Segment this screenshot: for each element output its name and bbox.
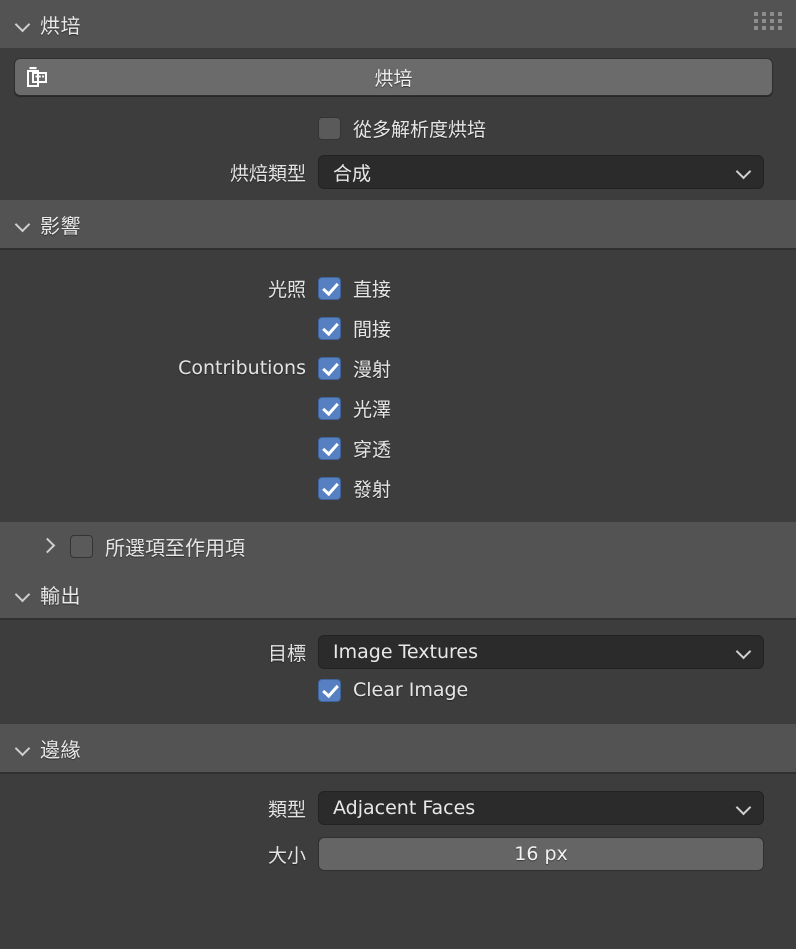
- margin-type-label: 類型: [0, 795, 318, 822]
- output-section-header[interactable]: 輸出: [0, 570, 796, 618]
- margin-type-dropdown[interactable]: Adjacent Faces: [318, 791, 764, 825]
- selected-to-active-header[interactable]: 所選項至作用項: [0, 522, 796, 570]
- transmission-label: 穿透: [353, 435, 391, 462]
- chevron-down-icon: [735, 799, 753, 817]
- bake-properties-panel: 烘培 烘培 從多: [0, 0, 796, 949]
- influence-title: 影響: [40, 210, 81, 239]
- target-value: Image Textures: [333, 641, 735, 663]
- margin-section-body: 類型 Adjacent Faces 大小 16 px: [0, 772, 796, 897]
- glossy-checkbox[interactable]: [318, 397, 341, 420]
- bake-main-body: 烘培 從多解析度烘培 烘焙類型 合成: [0, 58, 796, 200]
- emit-checkbox-row[interactable]: 發射: [318, 468, 391, 508]
- direct-checkbox-row[interactable]: 直接: [318, 268, 391, 308]
- bake-type-label: 烘焙類型: [0, 159, 318, 186]
- bake-panel-header[interactable]: 烘培: [0, 0, 796, 48]
- margin-section-header[interactable]: 邊緣: [0, 724, 796, 772]
- contributions-label: Contributions: [0, 357, 318, 379]
- target-label: 目標: [0, 639, 318, 666]
- chevron-down-icon[interactable]: [10, 581, 36, 607]
- output-title: 輸出: [40, 580, 81, 609]
- contributions-transmission-row: 穿透: [0, 428, 796, 468]
- panel-title: 烘培: [40, 10, 81, 39]
- emit-checkbox[interactable]: [318, 477, 341, 500]
- transmission-checkbox[interactable]: [318, 437, 341, 460]
- glossy-label: 光澤: [353, 395, 391, 422]
- margin-size-slider[interactable]: 16 px: [318, 837, 764, 871]
- output-section-body: 目標 Image Textures Clear Image: [0, 618, 796, 724]
- bake-button-label: 烘培: [15, 64, 772, 91]
- direct-checkbox[interactable]: [318, 277, 341, 300]
- diffuse-checkbox[interactable]: [318, 357, 341, 380]
- render-still-icon: [25, 64, 51, 90]
- indirect-label: 間接: [353, 315, 391, 342]
- selected-to-active-checkbox[interactable]: [70, 535, 93, 558]
- chevron-down-icon[interactable]: [10, 211, 36, 237]
- lighting-indirect-row: 間接: [0, 308, 796, 348]
- lighting-label: 光照: [0, 275, 318, 302]
- chevron-down-icon[interactable]: [10, 735, 36, 761]
- multires-row: 從多解析度烘培: [0, 108, 796, 148]
- multires-checkbox[interactable]: [318, 117, 341, 140]
- clear-image-row: Clear Image: [0, 670, 796, 710]
- emit-label: 發射: [353, 475, 391, 502]
- margin-type-row: 類型 Adjacent Faces: [0, 790, 796, 826]
- margin-size-value: 16 px: [514, 843, 568, 865]
- clear-image-checkbox[interactable]: [318, 679, 341, 702]
- target-dropdown[interactable]: Image Textures: [318, 635, 764, 669]
- drag-dots-icon[interactable]: [754, 12, 782, 30]
- contributions-emit-row: 發射: [0, 468, 796, 508]
- influence-section-body: 光照 直接 間接 Contributions: [0, 248, 796, 522]
- multires-checkbox-row[interactable]: 從多解析度烘培: [318, 108, 486, 148]
- contributions-glossy-row: 光澤: [0, 388, 796, 428]
- margin-size-label: 大小: [0, 841, 318, 868]
- margin-size-row: 大小 16 px: [0, 836, 796, 872]
- target-row: 目標 Image Textures: [0, 634, 796, 670]
- transmission-checkbox-row[interactable]: 穿透: [318, 428, 391, 468]
- diffuse-label: 漫射: [353, 355, 391, 382]
- chevron-right-icon[interactable]: [36, 533, 62, 559]
- influence-section-header[interactable]: 影響: [0, 200, 796, 248]
- diffuse-checkbox-row[interactable]: 漫射: [318, 348, 391, 388]
- direct-label: 直接: [353, 275, 391, 302]
- bake-type-row: 烘焙類型 合成: [0, 154, 796, 190]
- margin-title: 邊緣: [40, 734, 81, 763]
- bake-type-dropdown[interactable]: 合成: [318, 155, 764, 189]
- bake-type-value: 合成: [333, 159, 735, 186]
- indirect-checkbox[interactable]: [318, 317, 341, 340]
- clear-image-checkbox-row[interactable]: Clear Image: [318, 670, 468, 710]
- glossy-checkbox-row[interactable]: 光澤: [318, 388, 391, 428]
- lighting-direct-row: 光照 直接: [0, 268, 796, 308]
- indirect-checkbox-row[interactable]: 間接: [318, 308, 391, 348]
- contributions-diffuse-row: Contributions 漫射: [0, 348, 796, 388]
- multires-label: 從多解析度烘培: [353, 115, 486, 142]
- chevron-down-icon[interactable]: [10, 11, 36, 37]
- chevron-down-icon: [735, 643, 753, 661]
- margin-type-value: Adjacent Faces: [333, 797, 735, 819]
- bake-button[interactable]: 烘培: [14, 58, 773, 96]
- selected-to-active-label: 所選項至作用項: [105, 532, 245, 561]
- clear-image-label: Clear Image: [353, 679, 468, 701]
- chevron-down-icon: [735, 163, 753, 181]
